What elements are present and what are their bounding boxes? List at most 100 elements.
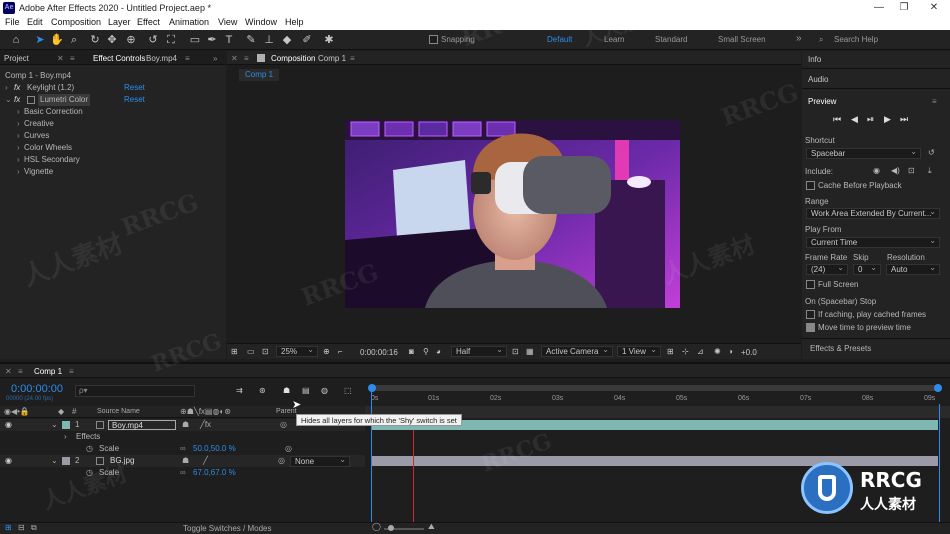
menu-edit[interactable]: Edit — [27, 17, 43, 27]
draft-3d-icon[interactable]: ⊛ — [259, 386, 266, 395]
expand-modes-icon[interactable]: ⊟ — [18, 523, 25, 532]
preview-panel-label[interactable]: Preview — [808, 97, 836, 106]
workspace-default[interactable]: Default — [547, 35, 572, 44]
stopwatch-icon[interactable]: ◷ — [86, 467, 93, 479]
puppet-pin-icon[interactable]: ✱ — [322, 33, 336, 47]
scale-property-row[interactable]: ◷ Scale ∞ 50.0,50.0 % ◎ — [0, 443, 365, 455]
link-icon[interactable]: ∞ — [180, 443, 186, 455]
panel-menu-icon[interactable]: ≡ — [350, 54, 355, 63]
graph-editor-icon[interactable]: ⬚ — [344, 386, 352, 395]
scale-value[interactable]: 50.0,50.0 % — [193, 443, 236, 455]
views-dropdown[interactable]: 1 View — [617, 345, 661, 357]
stopwatch-icon[interactable]: ◷ — [86, 443, 93, 455]
restore-button[interactable]: ❐ — [892, 1, 916, 15]
layer-2-duration-bar[interactable] — [372, 456, 938, 466]
full-screen-checkbox[interactable] — [806, 280, 815, 289]
grid-icon[interactable]: ⊕ — [323, 347, 330, 356]
expression-icon[interactable]: ◎ — [285, 443, 292, 455]
type-tool-icon[interactable]: T — [222, 33, 236, 47]
camera-tool-icon[interactable]: ✥ — [105, 33, 119, 47]
shy-layers-icon[interactable]: ☗ — [283, 386, 290, 395]
pickwhip-icon[interactable]: ◎ — [280, 419, 287, 431]
effect-target-label[interactable]: Boy.mp4 — [146, 54, 177, 63]
show-snapshot-icon[interactable]: ⚲ — [423, 347, 429, 356]
rotation-tool-icon[interactable]: ↺ — [146, 33, 160, 47]
move-time-checkbox[interactable] — [806, 323, 815, 332]
effect-row-lumetri[interactable]: ⌄ fx Lumetri Color Reset — [0, 94, 212, 106]
scale-property-row[interactable]: ◷ Scale ∞ 67.0,67.0 % — [0, 467, 365, 479]
zoom-out-icon[interactable]: ◯ — [372, 522, 381, 531]
chevron-right-icon[interactable]: › — [5, 82, 8, 94]
quality-switch-icon[interactable]: ╱ — [203, 455, 208, 467]
play-button[interactable]: ⏯ — [867, 114, 874, 125]
selection-tool-icon[interactable]: ➤ — [33, 33, 47, 47]
panel-menu-icon[interactable]: ≡ — [244, 54, 249, 63]
expand-layer-switches-icon[interactable]: ⊞ — [5, 523, 12, 532]
timeline-timecode[interactable]: 0:00:00:00 — [11, 383, 63, 395]
menu-view[interactable]: View — [218, 17, 237, 27]
snapshot-icon[interactable]: ◙ — [409, 347, 414, 356]
frame-blending-icon[interactable]: ▤ — [302, 386, 310, 395]
current-time-indicator[interactable] — [371, 390, 372, 522]
transparency-grid-icon[interactable]: ▦ — [526, 347, 534, 356]
comp-sub-tab[interactable]: Comp 1 — [239, 69, 280, 81]
close-icon[interactable]: ✕ — [231, 54, 238, 63]
effects-presets-panel-label[interactable]: Effects & Presets — [810, 344, 871, 353]
last-frame-button[interactable]: ⏭ — [900, 114, 908, 125]
reset-icon[interactable]: ↺ — [928, 148, 935, 157]
workspace-standard[interactable]: Standard — [655, 35, 687, 44]
export-icon[interactable]: ⤓ — [928, 166, 932, 176]
tab-effect-controls[interactable]: Effect Controls — [93, 54, 145, 63]
more-workspaces-button[interactable]: » — [796, 33, 802, 44]
menu-window[interactable]: Window — [245, 17, 277, 27]
current-time-display[interactable]: 0:00:00:16 — [360, 348, 398, 357]
close-button[interactable]: ✕ — [922, 1, 946, 15]
exposure-icon[interactable]: ◑ — [728, 347, 733, 356]
exposure-reset-icon[interactable]: ✺ — [714, 347, 721, 356]
lumetri-group[interactable]: › Vignette — [0, 166, 212, 178]
tab-project[interactable]: Project — [4, 54, 29, 63]
anchor-tool-icon[interactable]: ⛶ — [164, 33, 178, 47]
region-icon[interactable]: ⌐ — [338, 347, 343, 356]
layer-name[interactable]: Boy.mp4 — [108, 420, 176, 430]
shy-switch-icon[interactable]: ☗ — [182, 455, 189, 467]
brush-tool-icon[interactable]: ✎ — [244, 33, 258, 47]
workspace-small-screen[interactable]: Small Screen — [718, 35, 766, 44]
exposure-value[interactable]: +0.0 — [741, 348, 757, 357]
panel-menu-icon[interactable]: ≡ — [70, 54, 75, 63]
pickwhip-icon[interactable]: ◎ — [278, 455, 285, 467]
menu-help[interactable]: Help — [285, 17, 304, 27]
shy-switch-icon[interactable]: ☗ — [182, 419, 189, 431]
range-dropdown[interactable]: Work Area Extended By Current... — [806, 207, 940, 219]
menu-animation[interactable]: Animation — [169, 17, 209, 27]
hand-tool-icon[interactable]: ✋ — [50, 33, 64, 47]
panel-menu-icon[interactable]: ≡ — [69, 367, 74, 376]
clone-stamp-icon[interactable]: ⊥ — [262, 33, 276, 47]
eye-icon[interactable]: ◉ — [5, 455, 12, 467]
zoom-tool-icon[interactable]: ⌕ — [67, 33, 81, 47]
composition-tab-name[interactable]: Comp 1 — [318, 54, 346, 63]
toggle-switches-modes[interactable]: Toggle Switches / Modes — [183, 524, 272, 533]
lumetri-group[interactable]: › Basic Correction — [0, 106, 212, 118]
first-frame-button[interactable]: ⏮ — [833, 114, 841, 125]
always-preview-icon[interactable]: ⊞ — [231, 347, 238, 356]
layer-row[interactable]: ◉ ⌄ 2 BG.jpg ☗ ╱ ◎ None — [0, 455, 365, 467]
menu-composition[interactable]: Composition — [51, 17, 101, 27]
link-icon[interactable]: ∞ — [180, 467, 186, 479]
resolution-dropdown[interactable]: Half — [451, 345, 507, 357]
audio-include-icon[interactable]: ◀) — [891, 166, 900, 175]
lumetri-group[interactable]: › HSL Secondary — [0, 154, 212, 166]
video-include-icon[interactable]: ◉ — [873, 166, 880, 175]
menu-layer[interactable]: Layer — [108, 17, 131, 27]
layer-label-color[interactable] — [62, 457, 70, 465]
layer-label-color[interactable] — [62, 421, 70, 429]
info-panel-label[interactable]: Info — [808, 55, 821, 64]
work-area-bar[interactable] — [370, 385, 938, 391]
shortcut-dropdown[interactable]: Spacebar — [806, 147, 921, 159]
rectangle-tool-icon[interactable]: ▭ — [188, 33, 202, 47]
home-icon[interactable]: ⌂ — [9, 33, 23, 47]
zoom-in-icon[interactable]: ⛰ — [428, 522, 435, 532]
zoom-slider-handle[interactable] — [388, 525, 394, 531]
effect-row-keylight[interactable]: › fx Keylight (1.2) Reset — [0, 82, 212, 94]
effects-group-row[interactable]: › Effects — [0, 431, 365, 443]
